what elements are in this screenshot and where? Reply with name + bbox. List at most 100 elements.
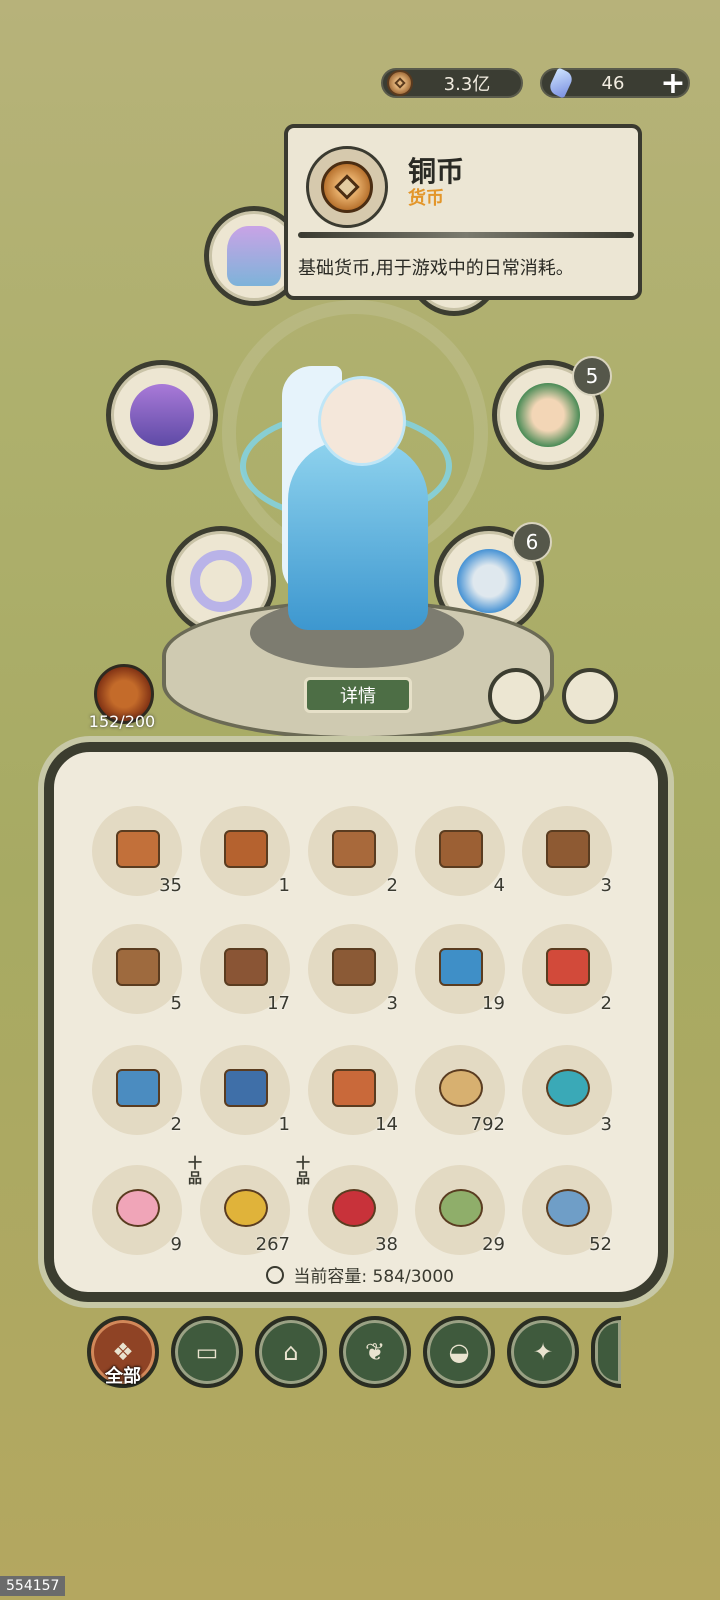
item-count: 14 [375,1114,398,1135]
inventory-item[interactable]: 2 [522,924,612,1014]
pet-count: 152/200 [88,712,156,731]
item-grade-label: 十品 [188,1156,202,1187]
item-icon [546,1189,590,1227]
item-count: 1 [278,875,290,896]
inventory-item[interactable]: 1 [200,806,290,896]
tab-scroll[interactable] [591,1316,621,1388]
item-tooltip: 铜币 货币 基础货币,用于游戏中的日常消耗。 [284,124,642,300]
bowl-icon: ◒ [448,1338,470,1366]
item-icon [224,1189,268,1227]
item-icon [439,1189,483,1227]
inventory-item[interactable]: 29 [415,1165,505,1255]
inventory-item[interactable]: 2 [308,806,398,896]
item-count: 4 [493,875,505,896]
inventory-item[interactable]: 3 [522,1045,612,1135]
capacity-indicator: 当前容量: 584/3000 [0,1262,720,1287]
inventory-item[interactable]: 5 [92,924,182,1014]
spirit-count-badge: 6 [512,522,552,562]
item-count: 1 [278,1114,290,1135]
item-icon [224,830,268,868]
moth-button[interactable] [562,668,618,724]
map-icon: ✦ [532,1338,554,1366]
tooltip-description: 基础货币,用于游戏中的日常消耗。 [298,258,574,279]
food-tray-button[interactable] [488,668,544,724]
tooltip-subtitle: 货币 [408,188,444,209]
coin-balance[interactable]: 3.3亿 [381,68,523,98]
inventory-item[interactable]: 792 [415,1045,505,1135]
item-count: 267 [255,1234,290,1255]
item-icon [224,948,268,986]
ring-icon [190,550,252,612]
item-icon [116,948,160,986]
companion-portrait-icon [516,383,580,447]
item-icon [546,948,590,986]
character-body[interactable] [288,440,428,630]
inventory-item[interactable]: 2 [92,1045,182,1135]
inventory-item[interactable]: 17 [200,924,290,1014]
inventory-item[interactable]: 3 [522,806,612,896]
item-count: 9 [170,1234,182,1255]
item-count: 17 [267,993,290,1014]
log-icon: ▭ [195,1338,219,1366]
inventory-item[interactable]: 267 十品 [188,1157,290,1255]
item-icon [439,1069,483,1107]
inventory-item[interactable]: 1 [200,1045,290,1135]
item-icon [332,948,376,986]
inventory-item[interactable]: 9 [92,1165,182,1255]
character-head[interactable] [318,376,406,466]
gem-balance[interactable]: 46 + [540,66,690,101]
item-icon [116,830,160,868]
tab-herb[interactable]: ❦ [339,1316,411,1388]
item-grade-label: 十品 [296,1156,310,1187]
tab-wood[interactable]: ▭ [171,1316,243,1388]
inventory-item[interactable]: 19 [415,924,505,1014]
tab-all-label: 全部 [105,1366,141,1387]
item-icon [439,830,483,868]
inventory-item[interactable]: 3 [308,924,398,1014]
gem-amount: 46 [601,72,625,94]
tab-building[interactable]: ⌂ [255,1316,327,1388]
item-count: 29 [482,1234,505,1255]
item-icon [439,948,483,986]
capacity-value: 584/3000 [372,1267,454,1287]
capacity-icon [266,1266,284,1284]
user-id: 554157 [0,1576,66,1596]
detail-button[interactable]: 详情 [304,677,412,713]
lotus-lamp-icon [227,226,281,286]
item-count: 3 [600,875,612,896]
leaf-icon: ❦ [364,1338,386,1366]
item-icon [116,1069,160,1107]
inventory-item[interactable]: 35 [92,806,182,896]
tab-map[interactable]: ✦ [507,1316,579,1388]
item-icon [332,830,376,868]
item-count: 35 [159,875,182,896]
item-icon [224,1069,268,1107]
coin-amount: 3.3亿 [443,74,491,95]
item-count: 5 [170,993,182,1014]
item-count: 2 [386,875,398,896]
item-count: 3 [386,993,398,1014]
inventory-item[interactable]: 14 [308,1045,398,1135]
house-icon: ⌂ [283,1338,299,1366]
tab-food[interactable]: ◒ [423,1316,495,1388]
item-icon [546,1069,590,1107]
companion-count-badge: 5 [572,356,612,396]
item-count: 792 [470,1114,505,1135]
item-count: 3 [600,1114,612,1135]
item-icon [116,1189,160,1227]
item-count: 2 [170,1114,182,1135]
item-icon [546,830,590,868]
tooltip-divider [298,232,634,238]
add-gem-button[interactable]: + [656,66,690,101]
armor-icon [130,384,194,446]
item-count: 52 [589,1234,612,1255]
inventory-item[interactable]: 4 [415,806,505,896]
equip-slot-left-upper[interactable] [106,360,218,470]
copper-coin-icon [306,146,388,228]
capacity-label: 当前容量: [293,1267,368,1287]
inventory-item[interactable]: 38 十品 [296,1157,398,1255]
coin-icon [387,70,413,96]
inventory-item[interactable]: 52 [522,1165,612,1255]
item-count: 19 [482,993,505,1014]
item-icon [332,1069,376,1107]
